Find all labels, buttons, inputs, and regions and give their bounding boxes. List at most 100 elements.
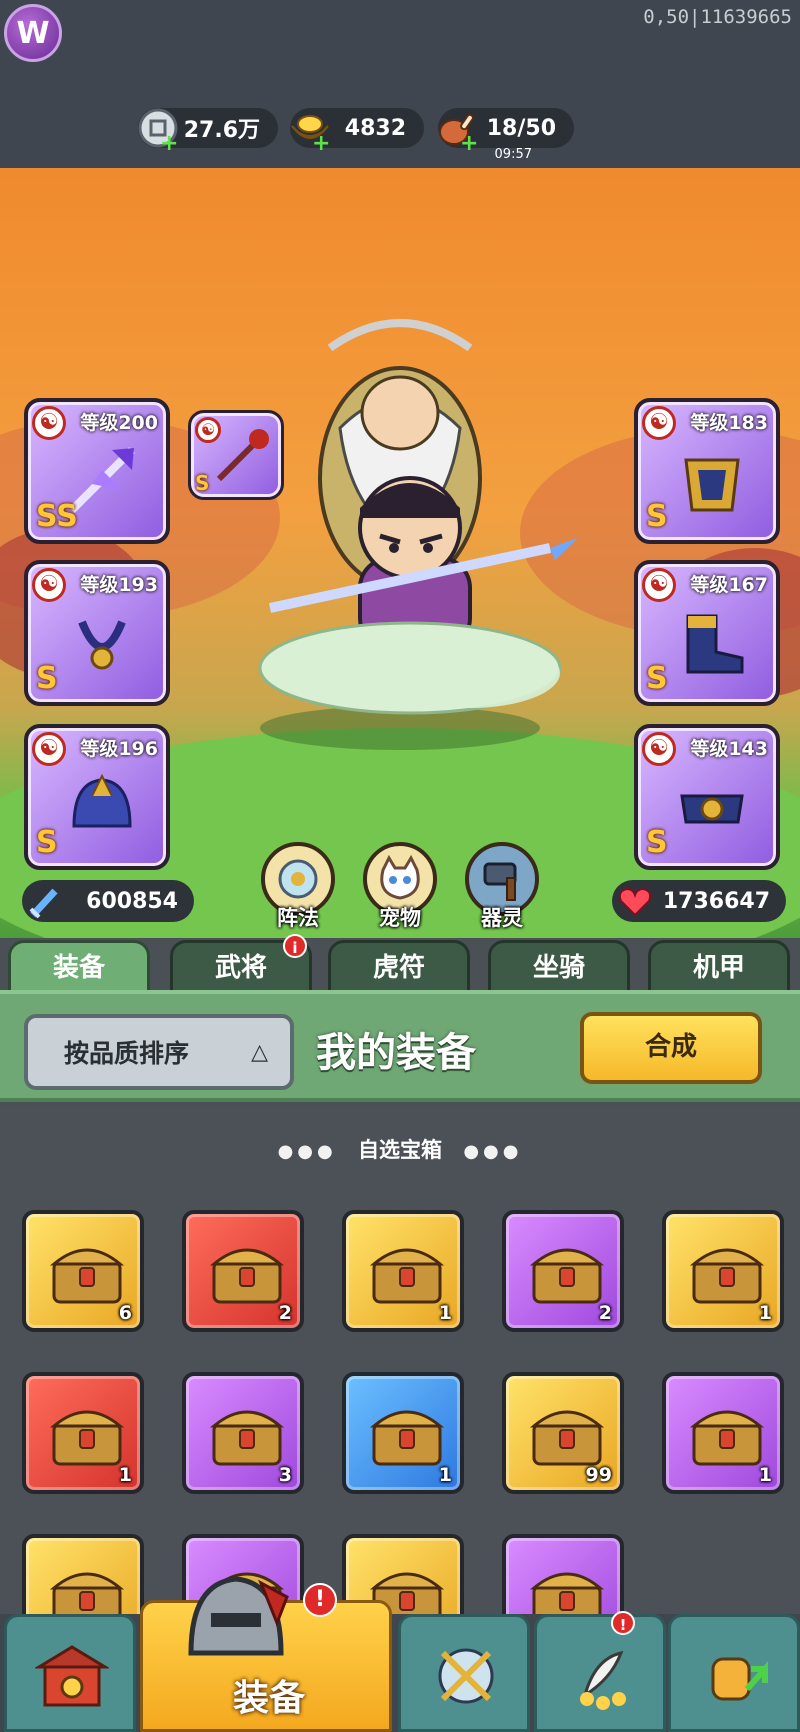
inventory-item[interactable]: 1 (662, 1372, 784, 1494)
inventory-item[interactable]: 3 (182, 1372, 304, 1494)
decorative-dots-icon: ●●● (463, 1141, 523, 1162)
top-bar: W 0,50|11639665 + 27.6万 + 4832 + 18/50 0… (0, 0, 800, 168)
equipment-level: 等级193 (80, 574, 158, 596)
item-count: 6 (118, 1302, 132, 1324)
nav-hero-button[interactable]: ! (534, 1611, 666, 1732)
treasure-chest-icon (209, 1410, 285, 1466)
treasure-chest-icon (49, 1410, 125, 1466)
equipment-level: 等级183 (690, 412, 768, 434)
heart-icon (612, 878, 658, 924)
treasure-chest-icon (369, 1248, 445, 1304)
item-count: 1 (438, 1464, 452, 1486)
equipment-level: 等级196 (80, 738, 158, 760)
treasure-chest-icon (689, 1410, 765, 1466)
sort-label: 按品质排序 (64, 1039, 190, 1068)
attack-stat: 600854 (22, 880, 194, 922)
equipment-slot-weapon[interactable]: ☯ 等级200 SS (24, 398, 170, 544)
equipment-grade: S (646, 499, 668, 534)
equipment-grade: SS (36, 499, 78, 534)
treasure-chest-icon (49, 1248, 125, 1304)
silver-resource[interactable]: + 27.6万 (138, 108, 278, 156)
decorative-dots-icon: ●●● (277, 1141, 337, 1162)
hp-value: 1736647 (662, 888, 770, 914)
yin-yang-icon: ☯ (32, 406, 66, 440)
stamina-timer: 09:57 (494, 147, 532, 162)
equipment-level: 等级200 (80, 412, 158, 434)
equipment-level: 等级167 (690, 574, 768, 596)
hp-stat: 1736647 (612, 880, 786, 922)
treasure-chest-icon (369, 1410, 445, 1466)
inventory-item[interactable]: 1 (342, 1372, 464, 1494)
merge-button[interactable]: 合成 (580, 1012, 762, 1084)
inventory-item[interactable]: 6 (22, 1210, 144, 1332)
inventory-item[interactable]: 1 (342, 1210, 464, 1332)
stamina-resource[interactable]: + 18/50 09:57 (438, 108, 574, 162)
equipment-slot-secondary-weapon[interactable]: ☯ S (188, 410, 284, 500)
spirit-button[interactable]: 器灵 (462, 842, 542, 930)
item-count: 1 (758, 1302, 772, 1324)
generals-alert-badge: i (283, 934, 307, 958)
nav-upgrade-button[interactable] (668, 1614, 800, 1732)
belt-icon (680, 794, 744, 824)
add-silver-icon[interactable]: + (160, 131, 178, 156)
hero-alert-badge: ! (611, 1611, 635, 1635)
sort-by-quality-button[interactable]: 按品质排序 △ (24, 1014, 294, 1090)
crossed-swords-icon (438, 1648, 494, 1704)
app-logo[interactable]: W (4, 4, 62, 62)
yin-yang-icon: ☯ (32, 568, 66, 602)
inventory-item[interactable]: 2 (502, 1210, 624, 1332)
game-screen: W 0,50|11639665 + 27.6万 + 4832 + 18/50 0… (0, 0, 800, 1732)
equipment-grade: S (195, 471, 210, 495)
formation-button[interactable]: 阵法 (258, 842, 338, 930)
panel-title: 我的装备 (316, 1030, 476, 1076)
equipment-slot-boots[interactable]: ☯ 等级167 S (634, 560, 780, 706)
mace-icon (216, 429, 269, 482)
gold-value: 4832 (344, 115, 406, 141)
equipment-slot-helmet[interactable]: ☯ 等级196 S (24, 724, 170, 870)
treasure-chest-icon (689, 1248, 765, 1304)
section-title: ●●● 自选宝箱 ●●● (0, 1134, 800, 1164)
add-gold-icon[interactable]: + (312, 131, 330, 156)
equipment-alert-badge: ! (303, 1583, 337, 1617)
equipment-grade: S (646, 661, 668, 696)
item-count: 99 (585, 1464, 612, 1486)
equipment-slot-belt[interactable]: ☯ 等级143 S (634, 724, 780, 870)
nav-battle-button[interactable] (398, 1614, 530, 1732)
spirit-label: 器灵 (481, 906, 523, 930)
item-count: 2 (598, 1302, 612, 1324)
boots-icon (686, 614, 744, 674)
necklace-icon (78, 620, 126, 670)
add-stamina-icon[interactable]: + (460, 131, 478, 156)
equipment-slot-necklace[interactable]: ☯ 等级193 S (24, 560, 170, 706)
category-tabs: 装备 武将 i 虎符 坐骑 机甲 (0, 934, 800, 998)
uid-label: 0,50|11639665 (643, 6, 792, 28)
item-count: 3 (278, 1464, 292, 1486)
helmet-icon (188, 1576, 289, 1656)
attack-value: 600854 (86, 888, 178, 914)
armor-icon (684, 458, 740, 512)
hero-scene: ☯ 等级200 SS ☯ S ☯ 等级193 S ☯ 等级196 S ☯ 等级1… (0, 168, 800, 938)
triangle-up-icon: △ (251, 1040, 268, 1065)
equipment-panel-header: 按品质排序 △ 我的装备 合成 (0, 990, 800, 1102)
helmet-icon (72, 773, 132, 828)
section-title-label: 自选宝箱 (358, 1138, 442, 1162)
equipment-grade: S (36, 825, 58, 860)
yin-yang-icon: ☯ (642, 568, 676, 602)
inventory-item[interactable]: 2 (182, 1210, 304, 1332)
pet-label: 宠物 (379, 906, 421, 930)
equipment-slot-armor[interactable]: ☯ 等级183 S (634, 398, 780, 544)
pet-button[interactable]: 宠物 (360, 842, 440, 930)
nav-city-button[interactable] (4, 1614, 136, 1732)
equipment-level: 等级143 (690, 738, 768, 760)
item-count: 1 (118, 1464, 132, 1486)
stamina-value: 18/50 (486, 115, 556, 141)
nav-equipment-button[interactable]: ! 装备 (140, 1576, 392, 1732)
inventory-item[interactable]: 1 (662, 1210, 784, 1332)
bottom-navigation: ! 装备 ! (0, 1576, 800, 1732)
equipment-grade: S (646, 825, 668, 860)
inventory-item[interactable]: 1 (22, 1372, 144, 1494)
treasure-chest-icon (529, 1248, 605, 1304)
silver-value: 27.6万 (183, 118, 260, 143)
inventory-item[interactable]: 99 (502, 1372, 624, 1494)
gold-resource[interactable]: + 4832 (290, 108, 424, 156)
